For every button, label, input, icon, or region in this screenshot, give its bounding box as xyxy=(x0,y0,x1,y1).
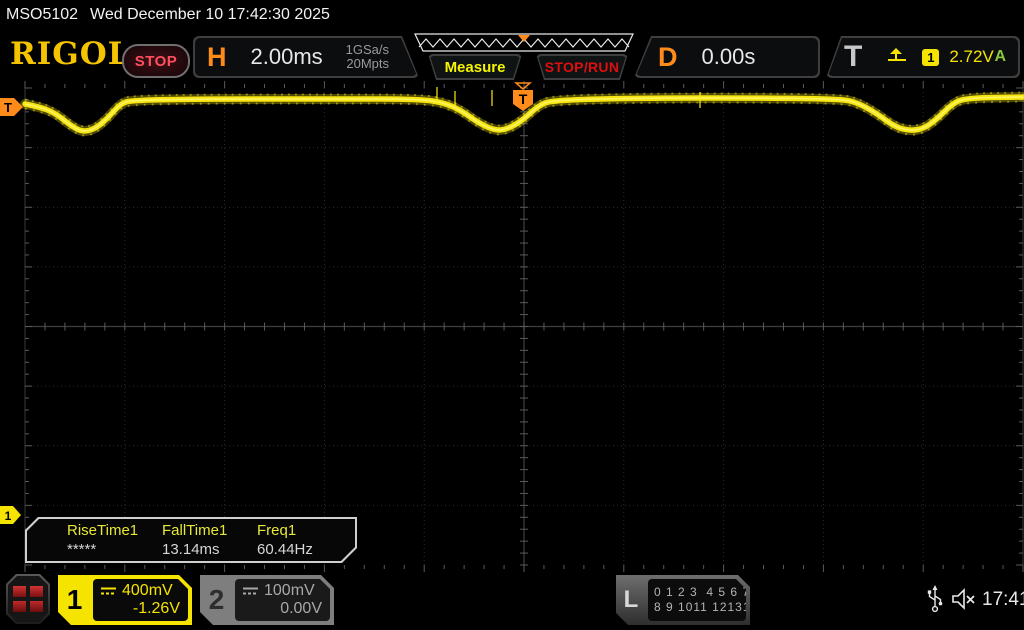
oscilloscope-screen: MSO5102 Wed December 10 17:42:30 2025 RI… xyxy=(0,0,1024,630)
channel2-offset: 0.00V xyxy=(280,600,322,618)
red-square-icon xyxy=(13,586,26,597)
channel1-offset: -1.26V xyxy=(133,600,180,618)
svg-text:T: T xyxy=(519,91,528,107)
trigger-position-marker[interactable]: T xyxy=(505,80,545,116)
measurement-risetime: RiseTime1 ***** xyxy=(67,519,162,561)
menu-grid-button[interactable] xyxy=(6,574,50,624)
channel1-position-flag[interactable]: 1 xyxy=(0,505,24,527)
usb-icon xyxy=(926,584,944,614)
red-square-icon xyxy=(30,601,43,612)
measurement-panel[interactable]: RiseTime1 ***** FallTime1 13.14ms Freq1 … xyxy=(25,517,357,563)
trigger-level-flag[interactable]: T xyxy=(0,96,26,120)
logic-channels-row1: 0 1 2 3 4 5 6 7 xyxy=(654,585,740,600)
svg-text:T: T xyxy=(4,100,12,115)
red-square-icon xyxy=(30,586,43,597)
channel2-scale: 100mV xyxy=(264,582,315,600)
logic-channels-row2: 8 9 1011 12131415 xyxy=(654,600,740,615)
measurement-falltime: FallTime1 13.14ms xyxy=(162,519,257,561)
red-square-icon xyxy=(13,601,26,612)
speaker-muted-icon xyxy=(950,586,978,612)
channel1-scale: 400mV xyxy=(122,582,173,600)
channel1-block[interactable]: 1 400mV -1.26V xyxy=(58,575,192,625)
dc-coupling-icon xyxy=(101,586,116,596)
svg-text:1: 1 xyxy=(5,509,12,523)
logic-label: L xyxy=(616,575,646,625)
logic-analyzer-block[interactable]: L 0 1 2 3 4 5 6 7 8 9 1011 12131415 xyxy=(616,575,750,625)
dc-coupling-icon xyxy=(243,586,258,596)
channel2-block[interactable]: 2 100mV 0.00V xyxy=(200,575,334,625)
measurement-freq: Freq1 60.44Hz xyxy=(257,519,352,561)
system-clock: 17:41 xyxy=(982,589,1024,611)
